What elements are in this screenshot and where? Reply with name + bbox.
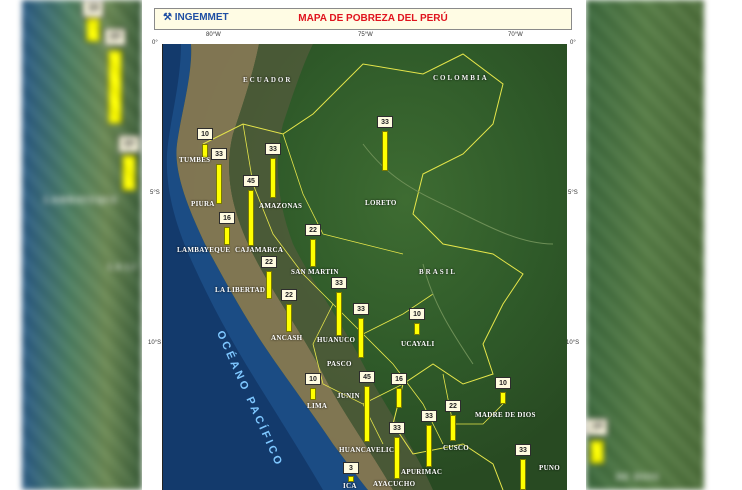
poverty-bar: [216, 164, 222, 204]
value-box: 33: [211, 148, 227, 160]
value-box: 22: [305, 224, 321, 236]
poverty-bar: [310, 239, 316, 267]
value-box: 16: [391, 373, 407, 385]
poverty-bar: [426, 425, 432, 467]
dept-label: PASCO: [327, 360, 352, 368]
value-box: 10: [409, 308, 425, 320]
bg-label: DE DIOS: [616, 472, 660, 482]
lat-label-right: 5°S: [568, 190, 578, 196]
value-box: 33: [421, 410, 437, 422]
dept-label: HUANUCO: [317, 336, 356, 344]
value-box: 33: [331, 277, 347, 289]
poverty-map-poster: ⚒ INGEMMET MAPA DE POBREZA DEL PERÚ 80°W…: [142, 0, 586, 490]
value-box: 45: [243, 175, 259, 187]
dept-label: LA LIBERTAD: [215, 286, 266, 294]
value-box: 45: [359, 371, 375, 383]
bg-value-box: 33: [104, 28, 126, 46]
value-box: 33: [265, 143, 281, 155]
bg-value-box: 10: [82, 0, 104, 18]
dept-label: PIURA: [191, 200, 215, 208]
dept-label: SAN MARTIN: [291, 268, 339, 276]
dept-label: AMAZONAS: [259, 202, 303, 210]
dept-label: ICA: [343, 482, 357, 490]
dept-label: TUMBES: [179, 156, 211, 164]
value-box: 33: [353, 303, 369, 315]
dept-label: LAMBAYEQUE: [177, 246, 231, 254]
dept-label: CUSCO: [443, 444, 470, 452]
header: ⚒ INGEMMET MAPA DE POBREZA DEL PERÚ: [154, 8, 572, 30]
dept-label: MADRE DE DIOS: [475, 411, 536, 419]
dept-label: HUANCAVELICA: [339, 446, 400, 454]
lon-label: 70°W: [508, 32, 523, 38]
value-box: 33: [377, 116, 393, 128]
value-box: 22: [445, 400, 461, 412]
poverty-bar: [286, 304, 292, 332]
lat-label-right: 10°S: [566, 340, 580, 346]
bg-bar: [122, 155, 136, 191]
value-box: 22: [281, 289, 297, 301]
lat-label-right: 0°: [570, 40, 576, 46]
dept-label: APURIMAC: [401, 468, 443, 476]
value-box: 3: [343, 462, 359, 474]
poverty-bar: [520, 459, 526, 490]
bg-bar: [86, 18, 100, 42]
poverty-bar: [450, 415, 456, 441]
satellite-map: ECUADOR COLOMBIA BRASIL OCÉANO PACÍFICO …: [162, 44, 567, 490]
map-title: MAPA DE POBREZA DEL PERÚ: [298, 13, 448, 24]
dept-label: ANCASH: [271, 334, 303, 342]
country-label-brasil: BRASIL: [419, 268, 458, 276]
poverty-bar: [500, 392, 506, 404]
dept-label: LORETO: [365, 199, 397, 207]
poverty-bar: [396, 388, 402, 408]
value-box: 10: [305, 373, 321, 385]
poverty-bar: [414, 323, 420, 335]
country-label-ecuador: ECUADOR: [243, 76, 293, 84]
dept-label: UCAYALI: [401, 340, 435, 348]
value-box: 10: [495, 377, 511, 389]
dept-label: CAJAMARCA: [235, 246, 284, 254]
bg-label: LAMBAYEQUE: [44, 195, 119, 205]
bg-bar: [590, 440, 604, 464]
poverty-bar: [266, 271, 272, 299]
bg-bar: [108, 50, 122, 124]
lat-label: 10°S: [148, 340, 162, 346]
background-blur-right: 10 DE DIOS: [586, 0, 704, 490]
value-box: 10: [197, 128, 213, 140]
lon-label: 75°W: [358, 32, 373, 38]
bg-value-box: 10: [118, 135, 140, 153]
dept-label: LIMA: [307, 402, 328, 410]
lat-label: 5°S: [150, 190, 160, 196]
dept-label: PUNO: [539, 464, 561, 472]
lat-label: 0°: [152, 40, 158, 46]
value-box: 16: [219, 212, 235, 224]
poverty-bar: [224, 227, 230, 245]
value-box: 33: [515, 444, 531, 456]
poverty-bar: [310, 388, 316, 400]
value-box: 22: [261, 256, 277, 268]
poverty-bar: [270, 158, 276, 198]
lon-label: 80°W: [206, 32, 221, 38]
background-blur-left: 10 33 10 LAMBAYEQUE LA LI: [22, 0, 142, 490]
poverty-bar: [358, 318, 364, 358]
poverty-bar: [364, 386, 370, 442]
value-box: 33: [389, 422, 405, 434]
country-label-colombia: COLOMBIA: [433, 74, 489, 82]
bg-value-box: 10: [586, 418, 608, 436]
dept-label: JUNIN: [337, 392, 360, 400]
poverty-bar: [336, 292, 342, 336]
poverty-bar: [248, 190, 254, 246]
poverty-bar: [394, 437, 400, 479]
bg-label: LA LI: [108, 262, 137, 272]
dept-label: AYACUCHO: [373, 480, 416, 488]
poverty-bar: [382, 131, 388, 171]
